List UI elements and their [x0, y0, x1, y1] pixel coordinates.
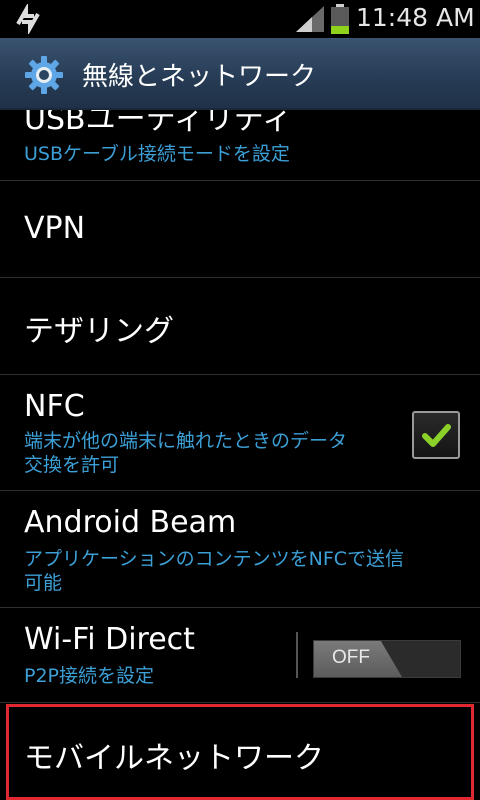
status-bar: 11:48 AM	[0, 0, 480, 38]
nfc-title: NFC	[24, 389, 85, 424]
wifi-direct-toggle[interactable]: OFF	[313, 640, 461, 678]
tethering-title: テザリング	[24, 314, 174, 349]
nfc-subtitle-line2: 交換を許可	[24, 454, 120, 476]
signal-icon	[296, 6, 324, 32]
highlight-box	[6, 704, 474, 800]
status-time: 11:48 AM	[356, 3, 475, 32]
list-item-vpn[interactable]: VPN	[0, 181, 480, 278]
battery-icon	[331, 4, 349, 34]
wifi-direct-title: Wi-Fi Direct	[24, 622, 195, 657]
page-title: 無線とネットワーク	[82, 62, 317, 92]
nfc-checkbox[interactable]	[412, 411, 460, 459]
nfc-subtitle-line1: 端末が他の端末に触れたときのデータ	[24, 430, 348, 452]
list-item-tethering[interactable]: テザリング	[0, 278, 480, 375]
gear-icon	[25, 56, 63, 94]
sync-icon	[16, 4, 40, 34]
vertical-divider	[296, 632, 298, 678]
settings-list[interactable]: USBユーティリティ USBケーブル接続モードを設定 VPN テザリング NFC…	[0, 110, 480, 800]
android-beam-title: Android Beam	[24, 505, 237, 540]
vpn-title: VPN	[24, 211, 86, 246]
list-item-nfc[interactable]: NFC 端末が他の端末に触れたときのデータ 交換を許可	[0, 375, 480, 491]
checkmark-icon	[422, 424, 451, 447]
list-item-android-beam[interactable]: Android Beam アプリケーションのコンテンツをNFCで送信 可能	[0, 491, 480, 608]
wifi-direct-subtitle: P2P接続を設定	[24, 665, 155, 687]
usb-utility-title: USBユーティリティ	[24, 110, 292, 137]
android-beam-subtitle-line2: 可能	[24, 572, 63, 594]
list-item-wifi-direct[interactable]: Wi-Fi Direct P2P接続を設定 OFF	[0, 608, 480, 703]
usb-utility-subtitle: USBケーブル接続モードを設定	[24, 143, 290, 165]
title-bar: 無線とネットワーク	[0, 38, 480, 110]
list-item-usb-utility[interactable]: USBユーティリティ USBケーブル接続モードを設定	[0, 110, 480, 181]
android-beam-subtitle-line1: アプリケーションのコンテンツをNFCで送信	[24, 548, 405, 570]
toggle-state-label: OFF	[332, 647, 370, 668]
